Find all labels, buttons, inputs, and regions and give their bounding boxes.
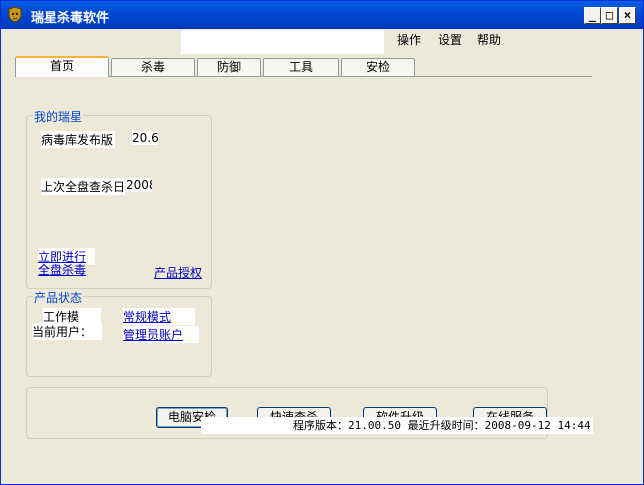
title-bar[interactable]: 瑞星杀毒软件 _ □ × bbox=[1, 1, 643, 29]
rising-lion-icon bbox=[8, 6, 22, 23]
window-title: 瑞星杀毒软件 bbox=[31, 11, 110, 26]
product-status-legend: 产品状态 bbox=[33, 289, 84, 306]
last-scan-value: 2008 bbox=[126, 178, 152, 192]
maximize-button[interactable]: □ bbox=[601, 7, 618, 24]
my-rising-legend: 我的瑞星 bbox=[33, 108, 84, 125]
tab-check[interactable]: 安检 bbox=[341, 58, 415, 76]
tab-tools[interactable]: 工具 bbox=[263, 58, 339, 76]
virus-db-value: 20.6 bbox=[132, 131, 158, 145]
minimize-button[interactable]: _ bbox=[584, 7, 601, 24]
work-mode-link[interactable]: 常规模式 bbox=[123, 308, 195, 325]
banner-area bbox=[181, 30, 384, 54]
close-button[interactable]: × bbox=[619, 7, 636, 24]
menu-help[interactable]: 帮助 bbox=[477, 31, 501, 48]
full-scan-link[interactable]: 全盘杀毒 bbox=[38, 261, 86, 278]
menu-settings[interactable]: 设置 bbox=[438, 31, 462, 48]
license-link[interactable]: 产品授权 bbox=[154, 264, 202, 281]
tab-kill[interactable]: 杀毒 bbox=[111, 58, 195, 76]
version-status-text: 程序版本：21.00.50 最近升级时间：2008-09-12 14:44 bbox=[293, 419, 591, 432]
tab-guard[interactable]: 防御 bbox=[197, 58, 261, 76]
main-window: 瑞星杀毒软件 _ □ × 操作 设置 帮助 首页 杀毒 防御 工具 安检 我的瑞… bbox=[0, 0, 644, 485]
current-user-label: 当前用户： bbox=[32, 323, 102, 340]
current-user-link[interactable]: 管理员账户 bbox=[123, 326, 199, 343]
virus-db-label: 病毒库发布版 bbox=[41, 131, 115, 148]
last-scan-label: 上次全盘查杀日 bbox=[41, 178, 125, 195]
menu-ops[interactable]: 操作 bbox=[397, 31, 421, 48]
tab-home[interactable]: 首页 bbox=[15, 56, 109, 77]
